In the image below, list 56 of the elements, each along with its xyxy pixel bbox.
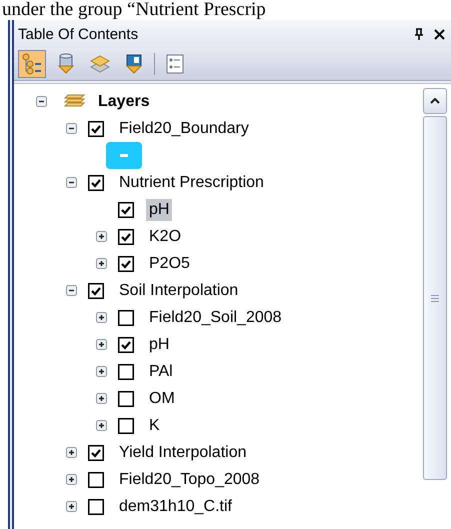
checkbox[interactable] bbox=[88, 498, 104, 514]
expand-icon[interactable] bbox=[96, 366, 107, 377]
layer-label[interactable]: PAl bbox=[146, 360, 176, 382]
layer-label[interactable]: Yield Interpolation bbox=[116, 442, 250, 464]
layer-label[interactable]: P2O5 bbox=[146, 252, 193, 274]
checkbox[interactable] bbox=[118, 418, 134, 434]
caret-up-icon bbox=[430, 98, 440, 104]
checkbox[interactable] bbox=[118, 390, 134, 406]
tree-list-icon bbox=[21, 53, 43, 75]
checkbox[interactable] bbox=[118, 364, 134, 380]
grip-icon bbox=[431, 294, 439, 302]
scroll-thumb[interactable] bbox=[423, 116, 447, 480]
layer-label[interactable]: OM bbox=[146, 388, 178, 410]
database-icon bbox=[55, 53, 77, 75]
expand-icon[interactable] bbox=[96, 258, 107, 269]
layer-label[interactable]: dem31h10_C.tif bbox=[116, 496, 235, 518]
layer-label[interactable]: Nutrient Prescription bbox=[116, 172, 267, 194]
expand-icon[interactable] bbox=[66, 447, 77, 458]
checkbox[interactable] bbox=[118, 256, 134, 272]
checkbox[interactable] bbox=[88, 174, 104, 190]
collapse-icon[interactable] bbox=[66, 123, 77, 134]
expand-icon[interactable] bbox=[96, 231, 107, 242]
expand-icon[interactable] bbox=[66, 501, 77, 512]
caption-text: under the group “Nutrient Prescrip bbox=[1, 0, 266, 20]
layer-label[interactable]: Field20_Boundary bbox=[116, 118, 252, 140]
map-selection-icon bbox=[123, 53, 145, 75]
expand-icon[interactable] bbox=[96, 339, 107, 350]
expand-icon[interactable] bbox=[66, 474, 77, 485]
collapse-icon[interactable] bbox=[66, 177, 77, 188]
expand-icon[interactable] bbox=[96, 393, 107, 404]
scroll-up-button[interactable] bbox=[423, 88, 447, 114]
checkbox[interactable] bbox=[118, 202, 134, 218]
checkbox[interactable] bbox=[88, 472, 104, 488]
options-list-icon bbox=[164, 53, 186, 75]
collapse-icon[interactable] bbox=[66, 285, 77, 296]
close-icon[interactable] bbox=[434, 28, 445, 40]
pin-icon[interactable] bbox=[414, 28, 424, 40]
checkbox[interactable] bbox=[118, 310, 134, 326]
layer-label[interactable]: pH bbox=[146, 334, 172, 356]
layer-label[interactable]: K bbox=[146, 414, 163, 436]
data-frame-label[interactable]: Layers bbox=[95, 90, 153, 112]
expand-icon[interactable] bbox=[96, 420, 107, 431]
checkbox[interactable] bbox=[118, 336, 134, 352]
layer-label[interactable]: Soil Interpolation bbox=[116, 280, 242, 302]
layers-icon bbox=[89, 53, 111, 75]
layer-label[interactable]: Field20_Topo_2008 bbox=[116, 468, 263, 490]
checkbox[interactable] bbox=[88, 120, 104, 136]
collapse-icon[interactable] bbox=[36, 96, 47, 107]
checkbox[interactable] bbox=[118, 228, 134, 244]
layer-label[interactable]: pH bbox=[146, 198, 172, 220]
layer-label[interactable]: Field20_Soil_2008 bbox=[146, 306, 285, 328]
layer-label[interactable]: K2O bbox=[146, 226, 184, 248]
checkbox[interactable] bbox=[88, 282, 104, 298]
expand-icon[interactable] bbox=[96, 312, 107, 323]
checkbox[interactable] bbox=[88, 444, 104, 460]
panel-title: Table Of Contents bbox=[18, 26, 140, 42]
